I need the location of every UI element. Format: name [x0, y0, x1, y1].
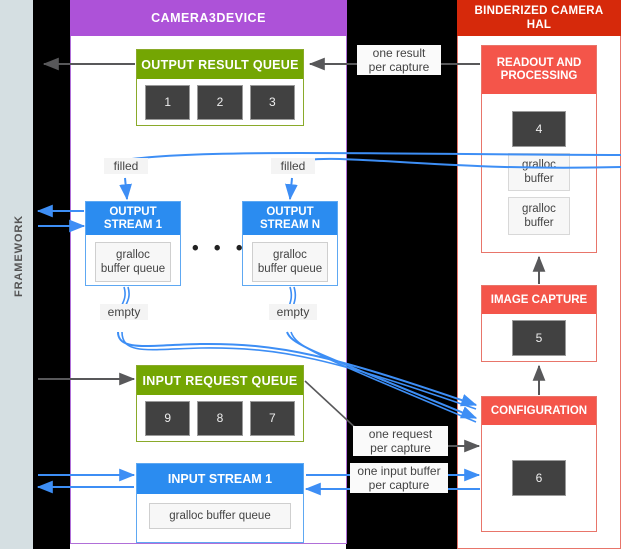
gralloc-line2: buffer	[524, 217, 554, 229]
queue-slot: 1	[145, 84, 191, 120]
input-stream-1-title: INPUT STREAM 1	[137, 464, 303, 494]
image-capture-slot: 5	[512, 319, 566, 356]
label-line1: one request	[368, 427, 433, 441]
gralloc-line2: buffer queue	[257, 263, 323, 275]
output-stream-n-title-line2: STREAM N	[259, 218, 321, 231]
output-stream-n-title: OUTPUT STREAM N	[243, 202, 337, 235]
readout-and-processing[interactable]: READOUT AND PROCESSING 4 gralloc buffer …	[481, 45, 597, 253]
readout-slot: 4	[512, 111, 566, 147]
hal-title: BINDERIZED CAMERA HAL	[457, 0, 621, 36]
queue-slot: 7	[249, 400, 295, 436]
label-one-result-per-capture: one result per capture	[357, 45, 441, 75]
readout-title: READOUT AND PROCESSING	[482, 46, 596, 94]
label-empty-left: empty	[100, 304, 148, 320]
label-filled-right: filled	[271, 158, 315, 174]
queue-slot: 3	[249, 84, 295, 120]
configuration[interactable]: CONFIGURATION 6	[481, 396, 597, 532]
output-stream-n-body: gralloc buffer queue	[243, 235, 337, 289]
gralloc-line1: gralloc	[116, 249, 150, 261]
configuration-slot: 6	[512, 460, 566, 496]
readout-gralloc-buffer-2: gralloc buffer	[508, 197, 570, 235]
output-stream-n-title-line1: OUTPUT	[266, 205, 314, 218]
camera3device-title: CAMERA3DEVICE	[70, 0, 347, 36]
queue-slot: 9	[145, 400, 191, 436]
input-request-queue-title: INPUT REQUEST QUEUE	[137, 366, 303, 395]
hal-title-line2: HAL	[526, 19, 552, 31]
output-stream-n-gralloc-buffer-queue: gralloc buffer queue	[252, 242, 328, 282]
gralloc-line1: gralloc	[522, 159, 556, 171]
label-line2: per capture	[368, 60, 430, 74]
output-stream-n[interactable]: OUTPUT STREAM N gralloc buffer queue	[242, 201, 338, 286]
label-line2: per capture	[370, 441, 431, 455]
label-one-input-buffer-per-capture: one input buffer per capture	[350, 463, 448, 493]
input-stream-1[interactable]: INPUT STREAM 1 gralloc buffer queue	[136, 463, 304, 543]
queue-slot: 8	[197, 400, 243, 436]
black-gap-left	[33, 0, 70, 549]
label-line1: one result	[372, 46, 426, 60]
diagram-canvas: FRAMEWORK CAMERA3DEVICE OUTPUT RESULT QU…	[0, 0, 621, 549]
gralloc-line1: gralloc	[522, 203, 556, 215]
gralloc-line2: buffer	[524, 173, 554, 185]
readout-body: 4 gralloc buffer gralloc buffer	[482, 94, 596, 252]
framework-band: FRAMEWORK	[0, 0, 33, 549]
image-capture-title: IMAGE CAPTURE	[482, 286, 596, 314]
readout-gralloc-buffer-1: gralloc buffer	[508, 153, 570, 191]
label-filled-left: filled	[104, 158, 148, 174]
output-stream-1-title-line1: OUTPUT	[109, 205, 157, 218]
hal-title-line1: BINDERIZED CAMERA	[474, 5, 604, 17]
output-stream-1-body: gralloc buffer queue	[86, 235, 180, 289]
output-result-queue[interactable]: OUTPUT RESULT QUEUE 1 2 3	[136, 49, 304, 126]
output-stream-1-title: OUTPUT STREAM 1	[86, 202, 180, 235]
output-result-queue-title: OUTPUT RESULT QUEUE	[137, 50, 303, 79]
configuration-title: CONFIGURATION	[482, 397, 596, 425]
output-result-queue-slots: 1 2 3	[137, 79, 303, 125]
configuration-body: 6	[482, 425, 596, 531]
input-request-queue[interactable]: INPUT REQUEST QUEUE 9 8 7	[136, 365, 304, 442]
input-request-queue-slots: 9 8 7	[137, 395, 303, 441]
input-stream-1-body: gralloc buffer queue	[137, 494, 303, 538]
image-capture[interactable]: IMAGE CAPTURE 5	[481, 285, 597, 362]
image-capture-body: 5	[482, 314, 596, 361]
framework-label: FRAMEWORK	[13, 214, 25, 298]
label-empty-right: empty	[269, 304, 317, 320]
label-line2: per capture	[368, 478, 430, 492]
label-one-request-per-capture: one request per capture	[353, 426, 448, 456]
queue-slot: 2	[197, 84, 243, 120]
gralloc-line2: buffer queue	[100, 263, 166, 275]
output-stream-1-title-line2: STREAM 1	[103, 218, 163, 231]
readout-title-line1: READOUT AND	[496, 57, 582, 69]
input-stream-1-gralloc-buffer-queue: gralloc buffer queue	[149, 503, 291, 529]
output-stream-1-gralloc-buffer-queue: gralloc buffer queue	[95, 242, 171, 282]
readout-title-line2: PROCESSING	[500, 70, 578, 82]
output-stream-1[interactable]: OUTPUT STREAM 1 gralloc buffer queue	[85, 201, 181, 286]
gralloc-line1: gralloc	[273, 249, 307, 261]
label-line1: one input buffer	[357, 464, 441, 478]
stream-ellipsis: • • •	[192, 238, 248, 259]
